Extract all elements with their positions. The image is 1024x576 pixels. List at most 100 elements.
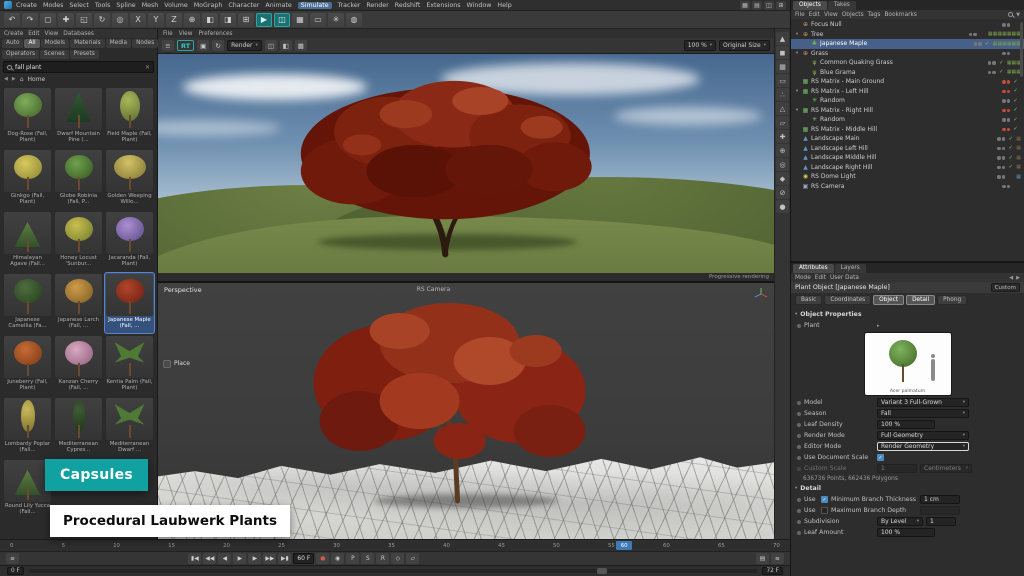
editor-visibility-dot[interactable] <box>1002 128 1006 132</box>
render-visibility-dot[interactable] <box>1002 156 1006 160</box>
leaf-amount-field[interactable]: 100 % <box>877 528 935 537</box>
render-visibility-dot[interactable] <box>1007 90 1011 94</box>
object-row[interactable]: ▾ ⊕ Grass <box>791 49 1024 59</box>
range-start-field[interactable]: 0 F <box>7 567 24 575</box>
render-visibility-dot[interactable] <box>1007 80 1011 84</box>
ab-compare-icon[interactable]: ◧ <box>280 40 292 51</box>
snap-icon[interactable]: ◆ <box>776 172 789 185</box>
object-name[interactable]: RS Matrix - Left Hill <box>811 88 1000 95</box>
keyframe-dot-icon[interactable] <box>797 401 801 405</box>
editor-visibility-dot[interactable] <box>974 42 978 46</box>
snapshot-icon[interactable]: ◫ <box>274 13 290 27</box>
render-visibility-dot[interactable] <box>1002 175 1006 179</box>
ipr-refresh-icon[interactable]: ↻ <box>212 40 224 51</box>
rotate-icon[interactable]: ↻ <box>94 13 110 27</box>
last-tool-icon[interactable]: ◎ <box>112 13 128 27</box>
live-selection-icon[interactable]: ◻ <box>40 13 56 27</box>
range-slider[interactable] <box>29 569 758 573</box>
prev-frame-icon[interactable]: ◀ <box>218 553 231 564</box>
asset-item[interactable]: Jacaranda (Fall, Plant) <box>105 211 154 271</box>
enable-toggle[interactable]: ✓ <box>998 60 1005 66</box>
menu-item[interactable]: Modes <box>43 2 63 9</box>
parameter-tab[interactable]: Basic <box>795 295 822 305</box>
asset-item[interactable]: Golden Weeping Willo... <box>105 149 154 209</box>
render-region-icon[interactable]: ◨ <box>220 13 236 27</box>
perspective-viewport[interactable]: Perspective RS Camera Place <box>158 283 774 539</box>
parameter-tab[interactable]: Coordinates <box>824 295 871 305</box>
asset-item[interactable]: Dwarf Mountain Pine (... <box>54 87 103 147</box>
enable-toggle[interactable]: ✓ <box>1007 155 1014 161</box>
material-tag-chips[interactable]: ▦▦▦ <box>1007 60 1021 66</box>
visibility-dots[interactable] <box>997 156 1005 160</box>
render-visibility-dot[interactable] <box>1002 137 1006 141</box>
next-key-icon[interactable]: ▶▶ <box>263 553 276 564</box>
interactive-render-icon[interactable]: ▶ <box>256 13 272 27</box>
model-dropdown[interactable]: Variant 3 Full-Grown ▾ <box>877 398 969 407</box>
object-manager-menu-item[interactable]: Tags <box>868 12 881 18</box>
panel-tab[interactable]: Attributes <box>793 264 834 273</box>
tweak-mode-icon[interactable]: ✚ <box>776 130 789 143</box>
visibility-dots[interactable] <box>1002 99 1010 103</box>
goto-start-icon[interactable]: ▮◀ <box>188 553 201 564</box>
render-visibility-dot[interactable] <box>1007 109 1011 113</box>
render-visibility-dot[interactable] <box>1007 99 1011 103</box>
keyframe-dot-icon[interactable] <box>797 423 801 427</box>
category-tab[interactable]: Operators <box>2 50 39 59</box>
object-row[interactable]: ◉ RS Dome Light ▦ <box>791 172 1024 182</box>
material-tag-chips[interactable]: ▦ <box>1016 164 1021 170</box>
collapse-icon[interactable]: ▾ <box>795 312 797 317</box>
asset-item[interactable]: Lombardy Poplar (Fall... <box>3 397 52 457</box>
asset-item[interactable]: Juneberry (Fall, Plant) <box>3 335 52 395</box>
visibility-dots[interactable] <box>1002 90 1010 94</box>
object-name[interactable]: Landscape Left Hill <box>811 145 995 152</box>
asset-item[interactable]: Mediterranean Cypres... <box>54 397 103 457</box>
object-row[interactable]: ▾ ▦ RS Matrix - Left Hill ✓ <box>791 87 1024 97</box>
lock-y-icon[interactable]: Y <box>148 13 164 27</box>
menu-item[interactable]: Redshift <box>395 2 421 9</box>
object-row[interactable]: ψ Common Quaking Grass ✓ ▦▦▦ <box>791 58 1024 68</box>
asset-item[interactable]: Himalayan Agave (Fall... <box>3 211 52 271</box>
renderview-menu-item[interactable]: View <box>179 31 193 37</box>
material-tag-chips[interactable]: ▦ <box>1016 155 1021 161</box>
play-icon[interactable]: ▶ <box>233 553 246 564</box>
parameter-tab[interactable]: Object <box>873 295 904 305</box>
editor-visibility-dot[interactable] <box>997 147 1001 151</box>
layout-animate-icon[interactable]: ▤ <box>752 1 762 10</box>
object-name[interactable]: Tree <box>811 31 967 38</box>
asset-item[interactable]: Globe Robinia (Fall, P... <box>54 149 103 209</box>
category-tab[interactable]: Scenes <box>40 50 69 59</box>
prev-key-icon[interactable]: ◀◀ <box>203 553 216 564</box>
enable-toggle[interactable]: ✓ <box>1012 126 1019 132</box>
editor-visibility-dot[interactable] <box>997 166 1001 170</box>
object-name[interactable]: Landscape Middle Hill <box>811 154 995 161</box>
move-icon[interactable]: ✚ <box>58 13 74 27</box>
breadcrumb[interactable]: Home <box>28 76 46 83</box>
object-row[interactable]: ✳ Random ✓ <box>791 115 1024 125</box>
forward-icon[interactable]: ▶ <box>12 76 16 82</box>
visibility-dots[interactable] <box>1002 109 1010 113</box>
rt-button[interactable]: RT <box>177 40 194 51</box>
menu-item[interactable]: Animate <box>265 2 291 9</box>
enable-axis-icon[interactable]: ⊕ <box>776 144 789 157</box>
visibility-dots[interactable] <box>997 175 1005 179</box>
attribute-menu-item[interactable]: User Data <box>830 275 859 281</box>
redo-icon[interactable]: ↷ <box>22 13 38 27</box>
editor-visibility-dot[interactable] <box>1002 23 1006 27</box>
enable-toggle[interactable]: ✓ <box>1012 107 1019 113</box>
menu-item[interactable]: Simulate <box>298 2 332 9</box>
undo-icon[interactable]: ↶ <box>4 13 20 27</box>
asset-item[interactable]: Kentia Palm (Fall, Plant) <box>105 335 154 395</box>
keyframe-dot-icon[interactable] <box>797 412 801 416</box>
object-manager-menu-item[interactable]: File <box>795 12 805 18</box>
menu-item[interactable]: Help <box>497 2 511 9</box>
make-editable-icon[interactable]: ▲ <box>776 32 789 45</box>
layout-standard-icon[interactable]: ▦ <box>740 1 750 10</box>
object-name[interactable]: RS Dome Light <box>811 173 995 180</box>
layout-render-icon[interactable]: ◫ <box>764 1 774 10</box>
expand-icon[interactable]: ▸ <box>877 323 880 329</box>
object-row[interactable]: ⊕ Focus Null <box>791 20 1024 30</box>
object-name[interactable]: Random <box>820 116 1000 123</box>
min-branch-thickness-field[interactable]: 1 cm <box>920 495 960 504</box>
clear-search-icon[interactable]: ✕ <box>145 64 150 71</box>
section-header[interactable]: ▾ Detail <box>795 485 1020 492</box>
